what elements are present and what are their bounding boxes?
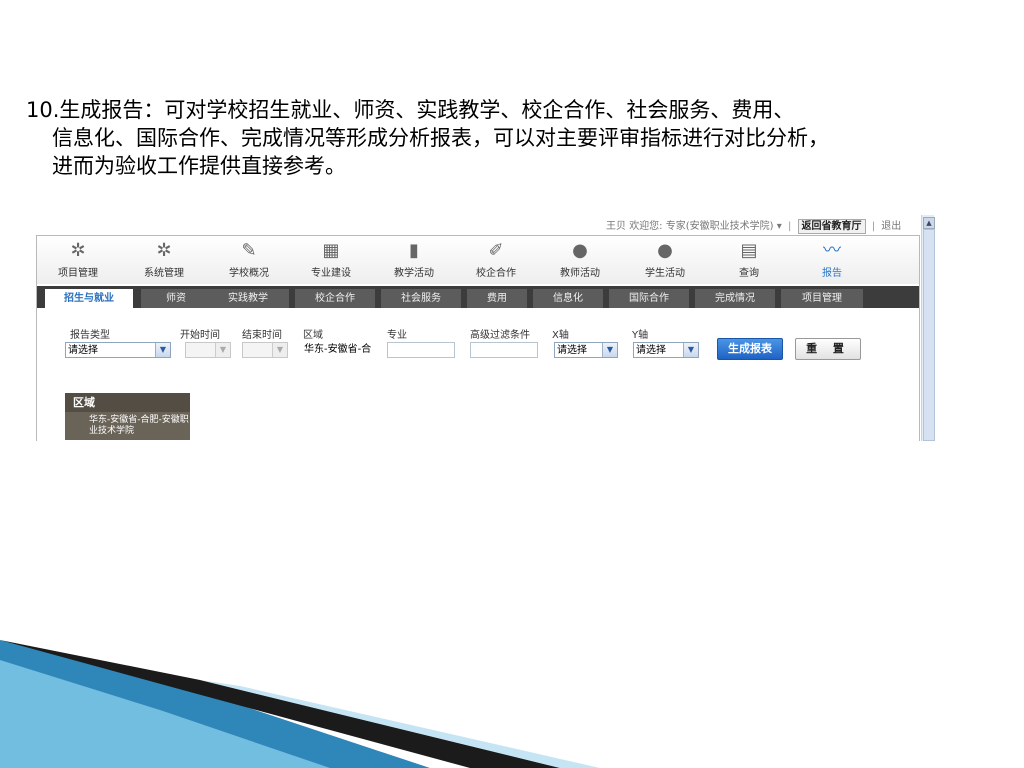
region-label: 区域 bbox=[303, 330, 323, 341]
chevron-down-icon: ▼ bbox=[602, 343, 617, 357]
reset-button[interactable]: 重 置 bbox=[795, 338, 861, 360]
separator: | bbox=[787, 221, 792, 232]
x-axis-select[interactable]: 请选择 ▼ bbox=[554, 342, 618, 358]
pencil-icon: ✎ bbox=[241, 240, 257, 261]
tab-faculty[interactable]: 师资 bbox=[141, 289, 211, 308]
nav-item-teaching-activities[interactable]: ▮ 教学活动 bbox=[378, 236, 450, 284]
tab-completion[interactable]: 完成情况 bbox=[695, 289, 775, 308]
nav-item-teacher-activities[interactable]: ● 教师活动 bbox=[544, 236, 616, 284]
chevron-down-icon: ▼ bbox=[155, 343, 170, 357]
chart-line-icon: 〰 bbox=[823, 240, 841, 261]
end-time-select[interactable]: ▼ bbox=[242, 342, 288, 358]
person-icon: ● bbox=[657, 240, 673, 261]
x-axis-value: 请选择 bbox=[557, 345, 587, 356]
tab-project-management[interactable]: 项目管理 bbox=[781, 289, 863, 308]
document-icon: ▤ bbox=[740, 240, 758, 261]
nav-item-school-overview[interactable]: ✎ 学校概况 bbox=[213, 236, 285, 284]
tab-practice-teaching[interactable]: 实践教学 bbox=[207, 289, 289, 308]
tab-international[interactable]: 国际合作 bbox=[609, 289, 689, 308]
nav-label: 校企合作 bbox=[476, 268, 516, 279]
vertical-scrollbar[interactable]: ▲ bbox=[921, 215, 935, 441]
nav-item-system-management[interactable]: ✲ 系统管理 bbox=[128, 236, 200, 284]
edit-doc-icon: ✐ bbox=[488, 240, 504, 261]
app-screenshot: 王贝 欢迎您: 专家(安徽职业技术学院) ▾ | 返回省教育厅 | 退出 ✲ 项… bbox=[36, 215, 936, 441]
region-panel-value: 华东-安徽省-合肥-安徽职业技术学院 bbox=[89, 415, 189, 436]
generate-report-button[interactable]: 生成报表 bbox=[717, 338, 783, 360]
gear-icon: ✲ bbox=[156, 240, 172, 261]
separator: | bbox=[871, 221, 876, 232]
nav-label: 项目管理 bbox=[58, 268, 98, 279]
x-axis-label: X轴 bbox=[552, 330, 569, 341]
report-type-select[interactable]: 请选择 ▼ bbox=[65, 342, 171, 358]
major-input[interactable] bbox=[387, 342, 455, 358]
nav-label: 报告 bbox=[822, 268, 842, 279]
description-line-1: 10.生成报告：可对学校招生就业、师资、实践教学、校企合作、社会服务、费用、 bbox=[26, 98, 795, 122]
scrollbar-thumb[interactable] bbox=[923, 229, 935, 441]
start-time-select[interactable]: ▼ bbox=[185, 342, 231, 358]
report-type-value: 请选择 bbox=[68, 345, 98, 356]
nav-label: 系统管理 bbox=[144, 268, 184, 279]
book-icon: ▮ bbox=[409, 240, 419, 261]
nav-item-student-activities[interactable]: ● 学生活动 bbox=[629, 236, 701, 284]
advanced-filter-label: 高级过滤条件 bbox=[470, 330, 530, 341]
nav-label: 学生活动 bbox=[645, 268, 685, 279]
start-time-label: 开始时间 bbox=[180, 330, 220, 341]
logout-link[interactable]: 退出 bbox=[881, 221, 901, 232]
chevron-down-icon: ▼ bbox=[215, 343, 230, 357]
tab-fees[interactable]: 费用 bbox=[467, 289, 527, 308]
gear-icon: ✲ bbox=[70, 240, 86, 261]
tab-social-service[interactable]: 社会服务 bbox=[381, 289, 461, 308]
region-field[interactable]: 华东-安徽省-合 bbox=[301, 342, 377, 358]
end-time-label: 结束时间 bbox=[242, 330, 282, 341]
tab-enrollment-employment[interactable]: 招生与就业 bbox=[45, 289, 133, 309]
slide-description: 10.生成报告：可对学校招生就业、师资、实践教学、校企合作、社会服务、费用、 信… bbox=[26, 96, 1016, 180]
region-panel-header: 区域 bbox=[65, 393, 190, 412]
major-label: 专业 bbox=[387, 330, 407, 341]
back-to-provincial-button[interactable]: 返回省教育厅 bbox=[797, 219, 866, 234]
main-nav: ✲ 项目管理 ✲ 系统管理 ✎ 学校概况 ▦ 专业建设 ▮ 教学活动 ✐ 校企合… bbox=[37, 236, 919, 284]
dropdown-arrow-icon[interactable]: ▾ bbox=[777, 221, 782, 232]
top-user-bar: 王贝 欢迎您: 专家(安徽职业技术学院) ▾ | 返回省教育厅 | 退出 bbox=[606, 217, 901, 234]
region-panel: 区域 华东-安徽省-合肥-安徽职业技术学院 bbox=[65, 393, 190, 440]
y-axis-select[interactable]: 请选择 ▼ bbox=[633, 342, 699, 358]
tab-school-enterprise[interactable]: 校企合作 bbox=[295, 289, 375, 308]
y-axis-label: Y轴 bbox=[632, 330, 649, 341]
advanced-filter-input[interactable] bbox=[470, 342, 538, 358]
report-type-label: 报告类型 bbox=[70, 330, 110, 341]
nav-label: 专业建设 bbox=[311, 268, 351, 279]
nav-label: 查询 bbox=[739, 268, 759, 279]
nav-item-report[interactable]: 〰 报告 bbox=[796, 236, 868, 284]
description-line-2: 信息化、国际合作、完成情况等形成分析报表，可以对主要评审指标进行对比分析， bbox=[52, 126, 829, 150]
chevron-down-icon: ▼ bbox=[272, 343, 287, 357]
nav-item-query[interactable]: ▤ 查询 bbox=[713, 236, 785, 284]
description-line-3: 进而为验收工作提供直接参考。 bbox=[52, 154, 346, 178]
scroll-up-icon[interactable]: ▲ bbox=[923, 217, 935, 229]
person-icon: ● bbox=[572, 240, 588, 261]
tab-informatization[interactable]: 信息化 bbox=[533, 289, 603, 308]
nav-label: 教师活动 bbox=[560, 268, 600, 279]
slide-decoration-swoosh bbox=[0, 640, 600, 768]
building-icon: ▦ bbox=[322, 240, 340, 261]
nav-label: 教学活动 bbox=[394, 268, 434, 279]
chevron-down-icon: ▼ bbox=[683, 343, 698, 357]
nav-label: 学校概况 bbox=[229, 268, 269, 279]
nav-item-school-enterprise[interactable]: ✐ 校企合作 bbox=[460, 236, 532, 284]
app-frame: ✲ 项目管理 ✲ 系统管理 ✎ 学校概况 ▦ 专业建设 ▮ 教学活动 ✐ 校企合… bbox=[36, 235, 920, 441]
report-tabs: 招生与就业 师资 实践教学 校企合作 社会服务 费用 信息化 国际合作 完成情况… bbox=[37, 286, 919, 309]
nav-item-major-building[interactable]: ▦ 专业建设 bbox=[295, 236, 367, 284]
report-form: 报告类型 请选择 ▼ 开始时间 ▼ 结束时间 ▼ 区域 华东-安徽省-合 专业 … bbox=[37, 308, 919, 441]
user-name: 王贝 bbox=[606, 221, 626, 232]
y-axis-value: 请选择 bbox=[636, 345, 666, 356]
welcome-text: 欢迎您: 专家(安徽职业技术学院) bbox=[629, 221, 774, 232]
nav-item-project-management[interactable]: ✲ 项目管理 bbox=[42, 236, 114, 284]
